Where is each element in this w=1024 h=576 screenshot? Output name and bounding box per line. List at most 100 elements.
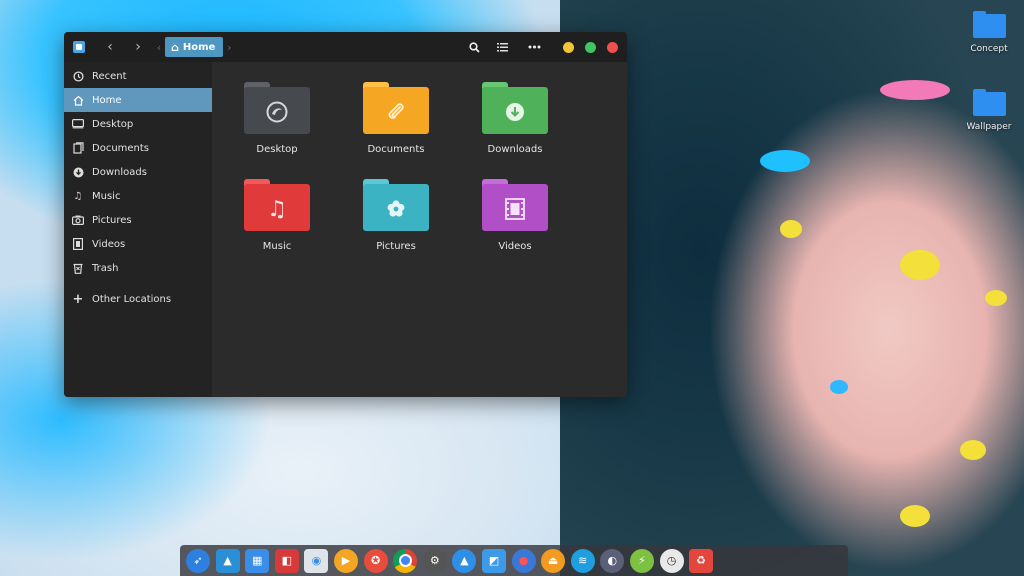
dock-power[interactable]: ⚡: [629, 548, 654, 573]
wallpaper-paint-splat: [880, 80, 950, 100]
trash-icon: ♻: [696, 554, 707, 567]
sidebar-item-home[interactable]: Home: [64, 88, 212, 112]
dock-app-store[interactable]: ◧: [274, 548, 299, 573]
sidebar-item-desktop[interactable]: Desktop: [64, 112, 212, 136]
clock-icon: ◷: [666, 554, 677, 567]
file-view: Desktop Documents Downloads ♫ Music Pict…: [212, 62, 627, 397]
minimize-button[interactable]: [563, 41, 574, 53]
document-icon: [72, 142, 84, 154]
sidebar-item-music[interactable]: ♫ Music: [64, 184, 212, 208]
plus-icon: +: [72, 291, 84, 307]
landscape-icon: ▲: [223, 554, 232, 567]
dock-music-player[interactable]: ▶: [333, 548, 358, 573]
film-icon: [72, 238, 84, 250]
sidebar-item-other-locations[interactable]: + Other Locations: [64, 287, 212, 311]
film-icon: [482, 187, 548, 231]
desktop-icon-wallpaper[interactable]: Wallpaper: [959, 89, 1019, 132]
dock-launcher[interactable]: ➶: [186, 548, 210, 573]
bag-icon: ◧: [281, 554, 292, 567]
dock-video-player[interactable]: ✪: [363, 548, 388, 573]
wifi-icon: ≋: [578, 554, 588, 567]
dock-eject[interactable]: ⏏: [541, 548, 566, 573]
folder-label: Desktop: [256, 144, 298, 155]
folder-icon: [972, 11, 1006, 38]
sidebar-item-label: Videos: [92, 238, 126, 250]
triangle-icon: ▲: [460, 554, 469, 567]
sidebar-item-trash[interactable]: Trash: [64, 256, 212, 280]
dock-terminal[interactable]: ▲: [452, 548, 477, 573]
folder-videos[interactable]: Videos: [470, 179, 560, 259]
sidebar-item-pictures[interactable]: Pictures: [64, 208, 212, 232]
menu-button[interactable]: [520, 36, 548, 58]
music-note-icon: ♫: [73, 190, 83, 202]
sidebar-item-label: Recent: [92, 70, 127, 82]
rocket-icon: ➶: [193, 554, 203, 567]
breadcrumb-home[interactable]: ⌂ Home: [165, 37, 224, 57]
breadcrumb-scroll-right[interactable]: ›: [223, 36, 235, 58]
folder-label: Music: [262, 241, 292, 252]
dock-screen-recorder[interactable]: ●: [511, 548, 536, 573]
folder-downloads[interactable]: Downloads: [470, 82, 560, 162]
record-icon: ●: [518, 554, 529, 567]
sidebar: Recent Home Desktop Documents Downloads: [64, 62, 212, 397]
sidebar-item-label: Music: [92, 190, 121, 202]
dock-chrome[interactable]: [393, 548, 418, 573]
dock-multitasking[interactable]: ▦: [245, 548, 270, 573]
folder-music[interactable]: ♫ Music: [232, 179, 322, 259]
power-icon: ⚡: [638, 554, 646, 567]
eject-icon: ⏏: [547, 554, 559, 567]
browser-icon: ◐: [607, 554, 618, 567]
folder-label: Videos: [498, 241, 532, 252]
folder-icon: [363, 82, 429, 134]
music-note-icon: ♫: [267, 196, 287, 222]
desktop-icon-label: Concept: [970, 44, 1008, 54]
wallpaper-paint-splat: [960, 440, 986, 460]
wallpaper-paint-splat: [780, 220, 802, 238]
desktop-logo-icon: [244, 90, 310, 134]
dock-network[interactable]: ≋: [570, 548, 595, 573]
sidebar-item-documents[interactable]: Documents: [64, 136, 212, 160]
folder-icon: ♫: [244, 179, 310, 231]
flower-icon: [363, 187, 429, 231]
dock-trash[interactable]: ♻: [689, 548, 714, 573]
close-button[interactable]: [607, 41, 618, 53]
download-arrow-icon: [482, 90, 548, 134]
chevron-left-icon: ‹: [107, 39, 113, 55]
search-button[interactable]: [460, 36, 488, 58]
desktop-icon: [72, 118, 84, 130]
desktop-icon-concept[interactable]: Concept: [959, 11, 1019, 54]
dock-clock[interactable]: ◷: [659, 548, 684, 573]
folder-desktop[interactable]: Desktop: [232, 82, 322, 162]
search-icon: [468, 41, 480, 53]
sidebar-item-downloads[interactable]: Downloads: [64, 160, 212, 184]
sidebar-item-label: Other Locations: [92, 293, 172, 305]
lifebuoy-icon: ✪: [370, 554, 381, 567]
view-list-button[interactable]: [488, 36, 516, 58]
forward-button[interactable]: ›: [127, 36, 149, 58]
back-button[interactable]: ‹: [99, 36, 121, 58]
folder-icon: [972, 89, 1006, 116]
folder-pictures[interactable]: Pictures: [351, 179, 441, 259]
dock-deepin-store[interactable]: ◉: [304, 548, 329, 573]
home-icon: ⌂: [171, 40, 179, 54]
sidebar-item-label: Trash: [92, 262, 119, 274]
file-manager-window: ‹ › ‹ ⌂ Home › Recent Home Desktop Docum…: [64, 32, 627, 397]
folder-label: Documents: [367, 144, 425, 155]
dock-image-viewer[interactable]: ▲: [215, 548, 240, 573]
sidebar-item-recent[interactable]: Recent: [64, 64, 212, 88]
list-view-icon: [496, 43, 508, 52]
maximize-button[interactable]: [585, 41, 596, 53]
sidebar-item-videos[interactable]: Videos: [64, 232, 212, 256]
paperclip-icon: [363, 90, 429, 134]
breadcrumb-scroll-left[interactable]: ‹: [153, 36, 165, 58]
sidebar-item-label: Desktop: [92, 118, 134, 130]
dock-file-manager[interactable]: ◩: [481, 548, 506, 573]
camera-icon: [72, 214, 84, 226]
dock-settings[interactable]: ⚙: [422, 548, 447, 573]
folder-icon: [482, 82, 548, 134]
gear-icon: ⚙: [429, 554, 440, 567]
chevron-right-icon: ›: [227, 40, 232, 54]
folder-icon: [482, 179, 548, 231]
folder-documents[interactable]: Documents: [351, 82, 441, 162]
dock-browser[interactable]: ◐: [600, 548, 625, 573]
